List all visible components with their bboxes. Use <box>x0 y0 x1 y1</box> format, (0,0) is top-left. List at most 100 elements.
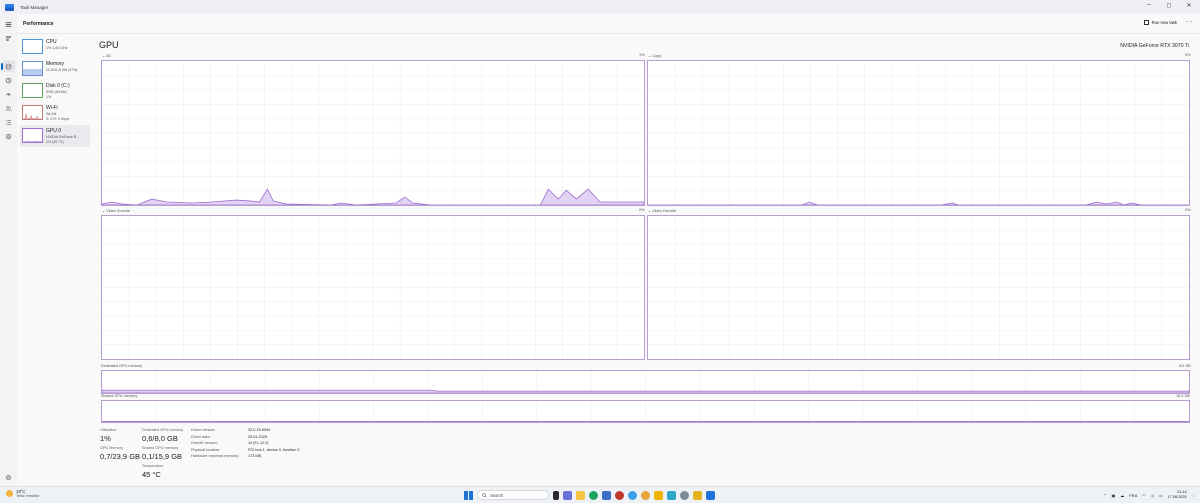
taskbar-apps: Search <box>464 490 715 500</box>
resource-name: Memory <box>46 61 65 67</box>
engine-copy-label[interactable]: ⌄ Copy <box>648 53 661 58</box>
edge-icon[interactable] <box>589 490 598 500</box>
settings-app-icon[interactable] <box>680 490 689 500</box>
graph-shared-memory <box>101 400 1190 423</box>
close-button[interactable]: ✕ <box>1184 2 1194 9</box>
app-notes-icon[interactable] <box>693 490 702 500</box>
hamburger-menu-icon[interactable] <box>3 19 14 29</box>
directx-version-value: 12 (FL 12.2) <box>248 441 269 445</box>
weather-widget[interactable]: 19°C Teilw. bewölkt <box>6 489 39 498</box>
window-title: Task Manager <box>20 4 49 10</box>
gpu-mem-value: 0,7/23,9 GB <box>100 452 141 461</box>
disk-thumbnail <box>22 83 43 98</box>
resource-name: Disk 0 (C:) <box>46 83 70 89</box>
resource-detail: WLAN <box>46 112 57 116</box>
resource-memory[interactable]: Memory 11,5/31,8 GB (47%) <box>20 58 90 80</box>
app-yellow-icon[interactable] <box>654 490 663 500</box>
engine-video-decode-pct: 0% <box>1185 208 1191 212</box>
run-new-task-button[interactable]: Run new task <box>1143 20 1177 25</box>
gpu-model-name: NVIDIA GeForce RTX 3070 Ti <box>1120 43 1189 49</box>
graph-video-decode <box>647 215 1190 360</box>
start-button[interactable] <box>464 490 473 500</box>
battery-icon[interactable]: ▭ <box>1159 493 1163 498</box>
tray-cloud-icon[interactable]: ☁ <box>1120 493 1124 498</box>
driver-version-key: Driver version: <box>191 428 216 432</box>
engine-video-decode-label[interactable]: ⌄ Video Decode <box>648 208 676 213</box>
maximize-button[interactable]: ◻ <box>1164 2 1174 9</box>
graph-copy <box>647 60 1190 206</box>
file-explorer-icon[interactable] <box>576 490 585 500</box>
taskbar-search[interactable]: Search <box>477 490 549 500</box>
settings-icon[interactable] <box>3 472 14 482</box>
store-icon[interactable] <box>602 490 611 500</box>
reserved-memory-value: 173 MB <box>248 454 262 458</box>
graph-3d <box>101 60 645 206</box>
app-history-icon[interactable] <box>3 75 14 85</box>
resource-cpu[interactable]: CPU 1% 1,84 GHz <box>20 36 90 58</box>
search-icon <box>482 492 487 498</box>
nav-rail <box>0 14 17 486</box>
dedicated-mem-value: 0,6/8,0 GB <box>142 434 178 443</box>
engine-video-encode-pct: 0% <box>639 208 645 212</box>
physical-location-value: PCI bus 1, device 0, function 0 <box>248 447 300 452</box>
taskbar: 19°C Teilw. bewölkt Search ⌃ ▣ ☁ FRA ◠ ◁… <box>0 486 1200 503</box>
resource-detail: S: 0 R: 0 Kbps <box>46 117 70 121</box>
resource-detail: 1% 1,84 GHz <box>46 46 68 50</box>
resource-detail: NVIDIA GeForce R... <box>46 135 80 139</box>
volume-icon[interactable]: ◁ <box>1151 493 1154 498</box>
details-icon[interactable] <box>3 117 14 127</box>
resource-gpu0[interactable]: GPU 0 NVIDIA GeForce R... 1% (45 °C) <box>20 125 90 147</box>
performance-icon[interactable] <box>3 61 14 71</box>
clock[interactable]: 21:14 17.08.2025 <box>1168 490 1187 500</box>
clock-date: 17.08.2025 <box>1167 495 1187 499</box>
temperature-value: 45 °C <box>142 470 161 479</box>
tray-app-icon[interactable]: ▣ <box>1111 493 1115 498</box>
firefox-icon[interactable] <box>641 490 650 500</box>
engine-3d-pct: 1% <box>639 53 645 57</box>
utilization-value: 1% <box>100 434 111 443</box>
driver-date-value: 29.01.2025 <box>248 434 268 439</box>
resource-detail: 1% <box>46 95 52 99</box>
opera-icon[interactable] <box>615 490 624 500</box>
page-header: Performance Run new task ··· <box>17 14 1200 34</box>
teams-icon[interactable] <box>563 490 572 500</box>
reserved-memory-key: Hardware reserved memory: <box>191 454 240 458</box>
directx-version-key: DirectX version: <box>191 441 218 445</box>
shared-memory-max: 15,9 GB <box>1176 394 1190 398</box>
minimize-button[interactable]: – <box>1144 2 1154 9</box>
wifi-thumbnail <box>22 105 43 120</box>
search-placeholder: Search <box>490 492 504 498</box>
engine-video-encode-label[interactable]: ⌄ Video Encode <box>102 208 130 213</box>
more-options-button[interactable]: ··· <box>1186 19 1194 25</box>
graph-dedicated-memory <box>101 370 1190 394</box>
resource-detail: 1% (45 °C) <box>46 140 64 144</box>
weather-description: Teilw. bewölkt <box>16 494 40 498</box>
browser-icon[interactable] <box>628 490 637 500</box>
notifications-icon[interactable]: ◌ <box>1192 493 1194 498</box>
dedicated-memory-label: Dedicated GPU memory <box>101 364 143 368</box>
task-view-icon[interactable] <box>553 490 559 500</box>
temperature-label: Temperature <box>142 464 164 468</box>
engine-copy-pct: 0% <box>1185 53 1191 57</box>
resource-disk[interactable]: Disk 0 (C:) SSD (NVMe) 1% <box>20 80 90 102</box>
driver-date-key: Driver date: <box>191 434 211 439</box>
run-new-task-label: Run new task <box>1151 20 1177 25</box>
physical-location-key: Physical location: <box>191 447 221 452</box>
performance-content: CPU 1% 1,84 GHz Memory 11,5/31,8 GB (47%… <box>17 34 1200 486</box>
tray-language[interactable]: FRA <box>1129 493 1137 498</box>
shared-mem-value: 0,1/15,9 GB <box>142 452 183 461</box>
startup-apps-icon[interactable] <box>3 89 14 99</box>
resource-wifi[interactable]: Wi-Fi WLAN S: 0 R: 0 Kbps <box>20 102 90 124</box>
resource-name: Wi-Fi <box>46 105 58 111</box>
users-icon[interactable] <box>3 103 14 113</box>
new-task-icon <box>1143 20 1149 25</box>
wifi-icon[interactable]: ◠ <box>1142 493 1146 498</box>
services-icon[interactable] <box>3 131 14 141</box>
processes-icon[interactable] <box>3 33 14 43</box>
task-manager-taskbar-icon[interactable] <box>706 490 715 500</box>
engine-3d-label[interactable]: ⌄ 3D <box>102 53 111 58</box>
shared-memory-label: Shared GPU memory <box>101 394 138 398</box>
tray-overflow-icon[interactable]: ⌃ <box>1103 493 1106 498</box>
app-blue-icon[interactable] <box>667 490 676 500</box>
resource-name: GPU 0 <box>46 128 62 134</box>
